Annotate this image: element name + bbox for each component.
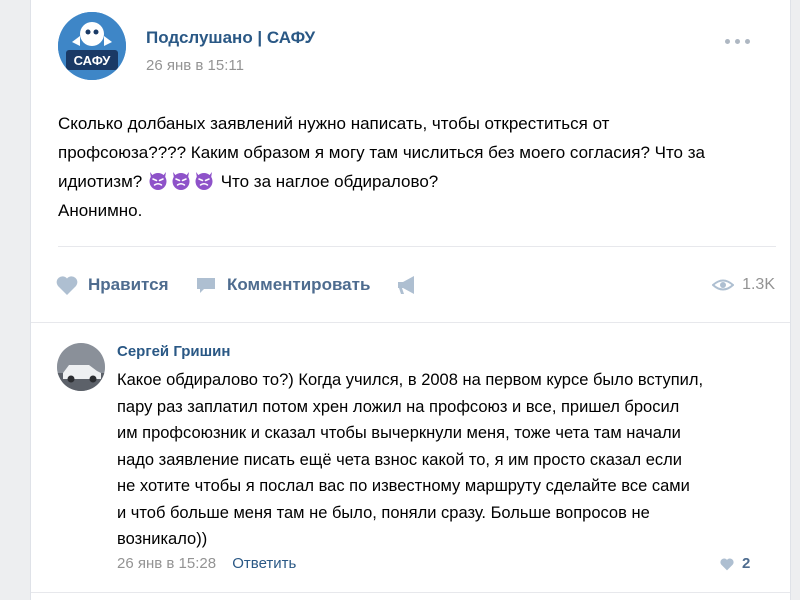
views-count: 1.3K (742, 276, 775, 293)
post-actions: Нравится Комментировать 1.3K (55, 270, 775, 300)
angry-devil-emoji-icon (195, 172, 213, 190)
divider (58, 246, 776, 247)
heart-icon (56, 276, 78, 295)
comment-button[interactable]: Комментировать (195, 270, 370, 300)
group-name-link[interactable]: Подслушано | САФУ (146, 28, 315, 48)
post-text-line: Анонимно. (58, 201, 143, 220)
comment-meta: 26 янв в 15:28 Ответить (117, 555, 296, 572)
views-counter: 1.3K (712, 270, 775, 300)
comment-text-line: им профсоюзник и сказал чтобы вычеркнули… (117, 424, 681, 442)
group-avatar[interactable]: САФУ (58, 12, 126, 80)
eye-icon (712, 279, 735, 291)
heart-icon (720, 558, 734, 570)
comment-text-line: надо заявление писать ещё чета взнос как… (117, 450, 682, 469)
reply-button[interactable]: Ответить (232, 555, 296, 572)
divider (31, 592, 790, 593)
post-text-line: идиотизм? Что за наглое обдиралово? (58, 167, 748, 196)
megaphone-icon (398, 276, 414, 294)
comment-text-line: возникало)) (117, 530, 208, 548)
post-text-line: профсоюза???? Каким образом я могу там ч… (58, 143, 705, 162)
more-icon[interactable] (725, 36, 755, 46)
comment-text-line: Какое обдиралово то?) Когда учился, в 20… (117, 371, 704, 389)
angry-devil-emoji-icon (172, 172, 190, 190)
comment-text-line: не хотите чтобы я послал вас по известно… (117, 477, 690, 495)
like-button[interactable]: Нравится (55, 270, 169, 300)
comment-like-count: 2 (742, 555, 751, 572)
car-photo-icon (57, 343, 105, 391)
post-card: САФУ Подслушано | САФУ 26 янв в 15:11 Ск… (30, 0, 791, 600)
comment-label: Комментировать (227, 275, 371, 294)
group-logo-text: САФУ (74, 53, 112, 68)
share-button[interactable] (395, 270, 419, 300)
post-text-fragment: Что за наглое обдиралово? (220, 172, 439, 191)
comment-text: Какое обдиралово то?) Когда учился, в 20… (117, 367, 767, 553)
comment-like-button[interactable]: 2 (719, 555, 750, 572)
comment-text-line: пару раз заплатил потом хрен ложил на пр… (117, 397, 680, 416)
group-logo-icon: САФУ (58, 12, 126, 80)
post-text: Сколько долбаных заявлений нужно написат… (58, 109, 748, 225)
comment-text-line: и чтоб больше меня там не было, поняли с… (117, 503, 650, 522)
divider (31, 322, 790, 323)
post-text-fragment: идиотизм? (58, 172, 143, 191)
comment-author-link[interactable]: Сергей Гришин (117, 343, 230, 360)
post-text-line: Сколько долбаных заявлений нужно написат… (58, 114, 610, 133)
comment-time[interactable]: 26 янв в 15:28 (117, 555, 216, 572)
like-label: Нравится (88, 275, 169, 294)
comment-icon (197, 278, 215, 293)
angry-devil-emoji-icon (149, 172, 167, 190)
post-time[interactable]: 26 янв в 15:11 (146, 57, 244, 74)
comment-avatar[interactable] (57, 343, 105, 391)
